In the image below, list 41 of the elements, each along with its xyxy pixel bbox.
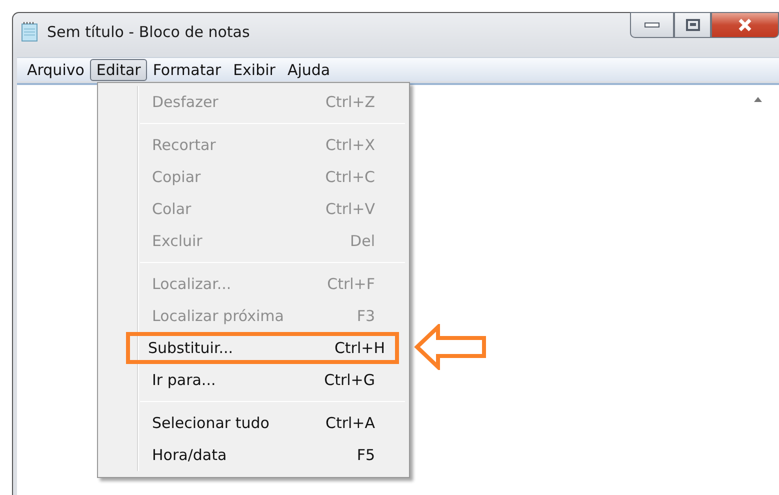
menu-item[interactable]: Hora/data F5 xyxy=(100,439,407,471)
menu-item[interactable]: Ir para... Ctrl+G xyxy=(100,364,407,396)
shortcut-label: Ctrl+C xyxy=(325,166,375,188)
maximize-icon xyxy=(686,19,700,31)
menu-item-label: Localizar... xyxy=(152,274,232,295)
arrow-icon xyxy=(414,324,488,370)
minimize-icon xyxy=(644,22,660,28)
shortcut-label: Ctrl+V xyxy=(325,198,375,220)
shortcut-label: F3 xyxy=(356,306,375,327)
shortcut-label: Ctrl+A xyxy=(325,412,375,434)
close-button[interactable] xyxy=(711,12,779,38)
menu-item[interactable]: Editar xyxy=(90,58,147,80)
menu-item-label: Selecionar tudo xyxy=(152,412,270,434)
highlighted-menu-item[interactable]: Substituir... Ctrl+H xyxy=(126,332,399,364)
menu-item[interactable]: Ajuda xyxy=(281,58,336,80)
menu-item-label: Localizar próxima xyxy=(152,306,284,327)
menu-item-label: Ir para... xyxy=(152,370,216,391)
menu-item-label: Recortar xyxy=(152,134,216,156)
shortcut-label: Ctrl+F xyxy=(327,274,375,295)
notepad-icon xyxy=(21,22,39,42)
menu-item[interactable]: Selecionar tudo Ctrl+A xyxy=(100,407,407,439)
shortcut-label: F5 xyxy=(356,444,375,466)
menu-item[interactable]: Arquivo xyxy=(21,58,90,80)
menu-item[interactable]: Formatar xyxy=(146,58,228,80)
menu-item-label: Hora/data xyxy=(152,444,227,466)
menu-item-label: Colar xyxy=(152,198,192,220)
menu-item-label: Excluir xyxy=(152,230,202,252)
shortcut-label: Ctrl+H xyxy=(334,338,385,359)
menu-item-label: Desfazer xyxy=(152,92,218,113)
menu-item[interactable]: Exibir xyxy=(227,58,282,80)
close-icon xyxy=(737,18,753,32)
scroll-up-icon[interactable] xyxy=(754,96,762,102)
shortcut-label: Ctrl+X xyxy=(325,134,375,156)
shortcut-label: Ctrl+Z xyxy=(325,92,375,113)
menu-item-label: Copiar xyxy=(152,166,201,188)
maximize-button[interactable] xyxy=(674,12,711,38)
shortcut-label: Ctrl+G xyxy=(324,370,375,391)
minimize-button[interactable] xyxy=(630,12,674,38)
menu-item-label: Substituir... xyxy=(148,338,234,359)
shortcut-label: Del xyxy=(350,230,375,252)
window-title: Sem título - Bloco de notas xyxy=(47,22,250,43)
